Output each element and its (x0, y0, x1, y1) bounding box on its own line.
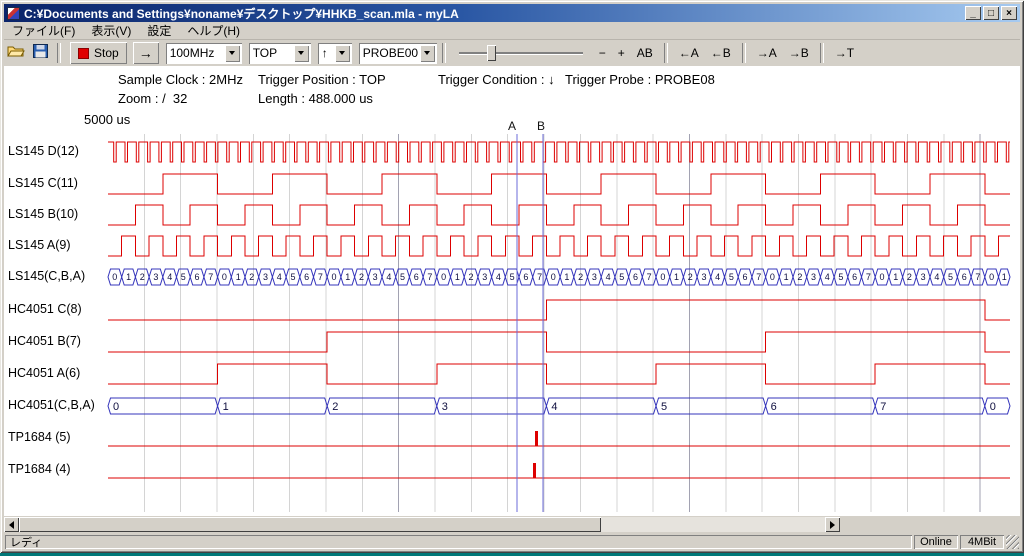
menu-help[interactable]: ヘルプ(H) (179, 21, 248, 40)
zoom-info: Zoom : / 32 (118, 91, 187, 106)
status-memory-pane: 4MBit (960, 535, 1004, 549)
scrollbar-strip (4, 516, 1020, 533)
trigger-edge-combo[interactable]: ↑ (318, 43, 352, 64)
trigger-edge-value: ↑ (318, 46, 333, 60)
channel-label: TP1684 (5) (8, 430, 71, 444)
status-ready-text: レディ (10, 534, 42, 550)
stop-icon (78, 48, 89, 59)
status-online-text: Online (920, 536, 952, 548)
length-info: Length : 488.000 us (258, 91, 373, 106)
status-ready-pane: レディ (5, 535, 912, 549)
channel-label: LS145 A(9) (8, 238, 71, 252)
channel-label: HC4051 B(7) (8, 334, 81, 348)
scroll-left-button[interactable] (4, 517, 19, 532)
chevron-down-icon[interactable] (420, 45, 435, 62)
chevron-down-icon[interactable] (294, 45, 309, 62)
trigger-probe-info: Trigger Probe : PROBE08 (565, 72, 715, 87)
channel-label: LS145(C,B,A) (8, 269, 85, 283)
horizontal-scrollbar[interactable] (4, 517, 840, 532)
sample-rate-combo[interactable]: 100MHz (166, 43, 242, 64)
status-online-pane: Online (914, 535, 958, 549)
toolbar-separator (442, 43, 446, 63)
toolbar-separator (664, 43, 668, 63)
stop-button[interactable]: Stop (70, 42, 127, 64)
menu-file[interactable]: ファイル(F) (4, 21, 83, 40)
maximize-button[interactable]: □ (983, 6, 999, 20)
zoom-slider[interactable] (457, 43, 585, 63)
zoom-in-button[interactable]: + (612, 44, 631, 62)
goto-b-right-button[interactable]: →B (783, 44, 815, 62)
channel-label: LS145 D(12) (8, 144, 79, 158)
trigger-condition-info: Trigger Condition : ↓ (438, 72, 555, 87)
goto-b-left-button[interactable]: ←B (705, 44, 737, 62)
trigger-position-info: Trigger Position : TOP (258, 72, 386, 87)
menu-settings[interactable]: 設定 (139, 21, 179, 40)
trigger-position-combo[interactable]: TOP (249, 43, 311, 64)
goto-a-left-button[interactable]: ←A (673, 44, 705, 62)
channel-label: HC4051(C,B,A) (8, 398, 95, 412)
stop-label: Stop (94, 46, 119, 60)
scrollbar-thumb[interactable] (19, 517, 601, 532)
window-title: C:¥Documents and Settings¥noname¥デスクトップ¥… (24, 5, 965, 22)
zoom-slider-track (459, 52, 583, 55)
save-button[interactable] (28, 42, 52, 64)
time-scale-label: 5000 us (84, 112, 130, 127)
status-memory-text: 4MBit (968, 536, 996, 548)
toolbar-separator (742, 43, 746, 63)
menu-bar: ファイル(F) 表示(V) 設定 ヘルプ(H) (4, 22, 1020, 39)
floppy-disk-icon (33, 44, 48, 63)
channel-label: LS145 C(11) (8, 176, 78, 190)
sample-clock-info: Sample Clock : 2MHz (118, 72, 243, 87)
close-button[interactable]: × (1001, 6, 1017, 20)
goto-a-right-button[interactable]: →A (751, 44, 783, 62)
channel-label: LS145 B(10) (8, 207, 78, 221)
chevron-down-icon[interactable] (225, 45, 240, 62)
goto-trigger-button[interactable]: →T (829, 44, 860, 62)
probe-combo[interactable]: PROBE00 (359, 43, 437, 64)
toolbar: Stop → 100MHz TOP ↑ PROBE00 − + AB ←A (4, 39, 1020, 66)
chevron-down-icon[interactable] (335, 45, 350, 62)
channel-label: HC4051 C(8) (8, 302, 82, 316)
ab-button[interactable]: AB (631, 44, 659, 62)
trigger-position-value: TOP (249, 46, 292, 60)
zoom-out-button[interactable]: − (593, 44, 612, 62)
toolbar-separator (820, 43, 824, 63)
triangle-right-icon (830, 521, 835, 529)
run-arrow-icon: → (139, 45, 153, 61)
open-file-button[interactable] (4, 42, 28, 64)
channel-label: TP1684 (4) (8, 462, 71, 476)
folder-open-icon (7, 44, 25, 63)
app-icon (7, 7, 20, 20)
title-bar[interactable]: C:¥Documents and Settings¥noname¥デスクトップ¥… (4, 4, 1020, 22)
menu-view[interactable]: 表示(V) (83, 21, 139, 40)
minimize-button[interactable]: _ (965, 6, 981, 20)
sample-rate-value: 100MHz (166, 46, 223, 60)
scroll-right-button[interactable] (825, 517, 840, 532)
run-button[interactable]: → (133, 42, 159, 64)
probe-value: PROBE00 (359, 46, 418, 60)
triangle-left-icon (9, 521, 14, 529)
waveform-plot[interactable] (108, 128, 1010, 516)
resize-grip-icon[interactable] (1006, 535, 1019, 549)
status-bar: レディ Online 4MBit (4, 533, 1020, 550)
app-window: C:¥Documents and Settings¥noname¥デスクトップ¥… (0, 0, 1024, 553)
channel-label: HC4051 A(6) (8, 366, 80, 380)
toolbar-separator (57, 43, 61, 63)
zoom-slider-thumb[interactable] (487, 45, 496, 61)
